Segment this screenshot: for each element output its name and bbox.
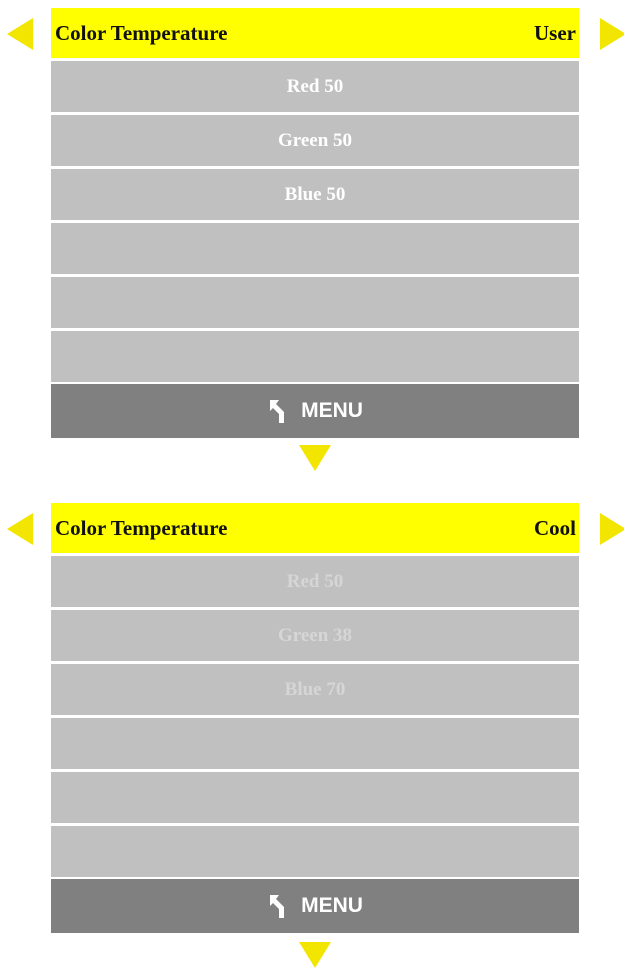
- right-arrow-icon[interactable]: [600, 18, 624, 50]
- menu-row-red: Red 50: [51, 556, 579, 607]
- menu-row-empty: [51, 772, 579, 823]
- left-arrow-icon[interactable]: [7, 18, 33, 50]
- menu-row-blue: Blue 70: [51, 664, 579, 715]
- mode-value[interactable]: User: [534, 21, 576, 46]
- panel-header: Color Temperature Cool: [51, 503, 579, 553]
- down-arrow-icon[interactable]: [299, 445, 331, 471]
- panel-title: Color Temperature: [55, 20, 228, 45]
- menu-row-empty: [51, 277, 579, 328]
- panel-header: Color Temperature User: [51, 8, 579, 58]
- menu-row-empty: [51, 223, 579, 274]
- menu-back-button[interactable]: MENU: [51, 384, 579, 438]
- menu-row-blue[interactable]: Blue 50: [51, 169, 579, 220]
- panel-title: Color Temperature: [55, 515, 228, 540]
- menu-row-green: Green 38: [51, 610, 579, 661]
- menu-back-button[interactable]: MENU: [51, 879, 579, 933]
- mode-value[interactable]: Cool: [534, 516, 576, 541]
- menu-row-red[interactable]: Red 50: [51, 61, 579, 112]
- menu-label: MENU: [301, 894, 363, 917]
- menu-row-green[interactable]: Green 50: [51, 115, 579, 166]
- menu-row-empty: [51, 826, 579, 877]
- color-temperature-panel-user: Color Temperature User Red 50 Green 50 B…: [51, 8, 579, 438]
- right-arrow-icon[interactable]: [600, 513, 624, 545]
- menu-label: MENU: [301, 399, 363, 422]
- return-arrow-icon: [270, 895, 285, 918]
- down-arrow-icon[interactable]: [299, 942, 331, 968]
- menu-row-empty: [51, 331, 579, 382]
- color-temperature-panel-cool: Color Temperature Cool Red 50 Green 38 B…: [51, 503, 579, 933]
- left-arrow-icon[interactable]: [7, 513, 33, 545]
- return-arrow-icon: [270, 400, 285, 423]
- menu-row-empty: [51, 718, 579, 769]
